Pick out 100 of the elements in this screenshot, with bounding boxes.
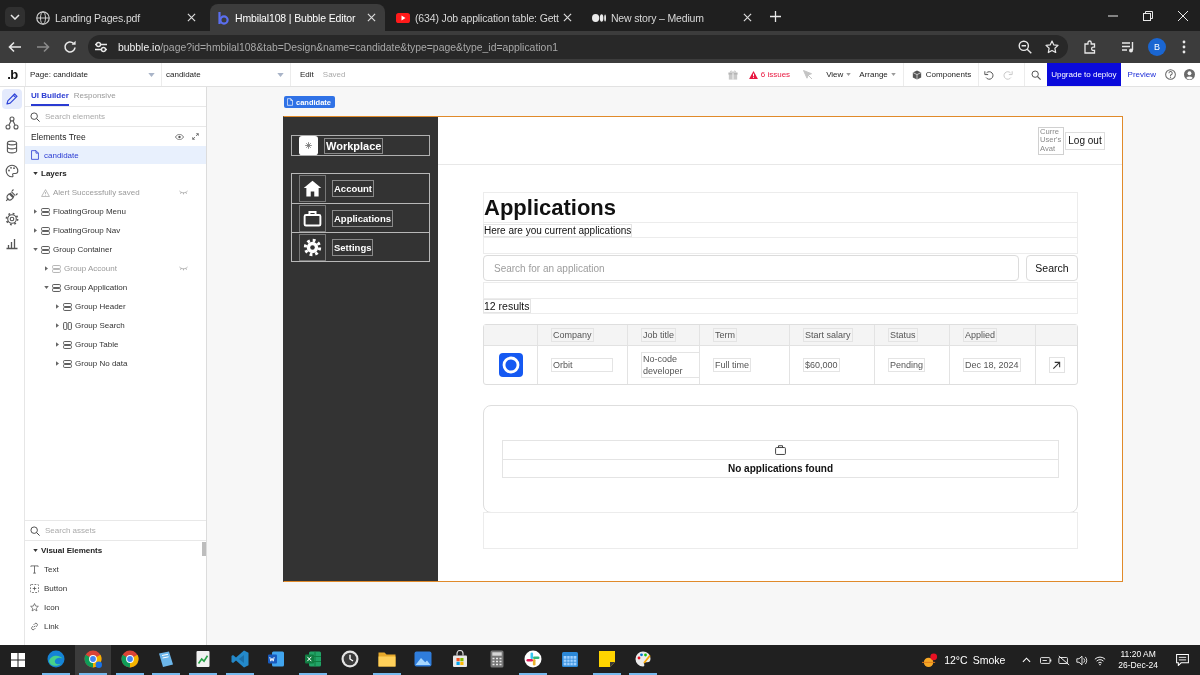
tree-item[interactable]: Group No data: [25, 354, 206, 373]
tree-item[interactable]: candidate: [25, 146, 206, 164]
logout-button[interactable]: Log out: [1065, 131, 1105, 150]
restore-icon[interactable]: [1142, 10, 1153, 21]
undo-icon[interactable]: [984, 69, 995, 80]
caret-icon[interactable]: [55, 342, 59, 347]
caret-icon: [890, 73, 896, 76]
panel-tab[interactable]: UI Builder: [31, 87, 69, 106]
plug-icon[interactable]: [5, 188, 19, 202]
tree-item[interactable]: FloatingGroup Menu: [25, 202, 206, 221]
browser-tab[interactable]: (634) Job application table: Gett: [390, 4, 581, 31]
help-icon[interactable]: [1165, 69, 1176, 80]
star-icon[interactable]: [1045, 40, 1059, 54]
search-button[interactable]: Search: [1026, 255, 1078, 281]
element-list-item[interactable]: Link: [25, 617, 202, 636]
element-list-item[interactable]: Icon: [25, 598, 202, 617]
nav-item[interactable]: Account: [292, 174, 429, 203]
caret-icon[interactable]: [33, 209, 37, 214]
reload-icon[interactable]: [62, 39, 78, 55]
page-dropdown[interactable]: Page: candidate: [25, 63, 161, 86]
notification-icon[interactable]: [1176, 654, 1189, 666]
menu-button[interactable]: Arrange: [859, 70, 896, 79]
close-icon[interactable]: [1177, 10, 1188, 21]
browser-tab[interactable]: New story – Medium: [585, 4, 761, 31]
close-icon[interactable]: [742, 13, 752, 22]
slashed-icon[interactable]: [1058, 654, 1071, 666]
edit-menu[interactable]: Edit: [300, 70, 314, 79]
caret-icon[interactable]: [32, 248, 38, 251]
bar-chart-icon[interactable]: [5, 236, 19, 250]
tree-item[interactable]: Group Table: [25, 335, 206, 354]
nav-item[interactable]: Settings: [292, 232, 429, 261]
weather-temperature[interactable]: 12°C: [944, 654, 968, 666]
search-field[interactable]: Search elements: [45, 110, 206, 123]
more-icon[interactable]: [1182, 40, 1186, 54]
close-icon[interactable]: [367, 13, 376, 22]
column-header: Start salary: [804, 329, 852, 341]
chevron-up-icon[interactable]: [1022, 657, 1032, 663]
search-field[interactable]: Search assets: [45, 524, 206, 537]
clock-time[interactable]: 11:20 AM: [1120, 649, 1156, 660]
tree-item[interactable]: FloatingGroup Nav: [25, 221, 206, 240]
address-bar[interactable]: bubble.io/page?id=hmbilal108&tab=Design&name=candidate&type=page&type_id=application1: [88, 35, 1068, 59]
start-icon[interactable]: [11, 653, 25, 667]
zoom-out-icon[interactable]: [1018, 40, 1032, 54]
nodes-icon[interactable]: [5, 116, 19, 130]
element-dropdown[interactable]: candidate: [161, 63, 291, 86]
browser-tab[interactable]: Hmbilal108 | Bubble Editor: [210, 4, 385, 31]
speaker-icon[interactable]: [1076, 654, 1089, 666]
back-arrow-icon[interactable]: [7, 39, 23, 55]
forward-arrow-icon[interactable]: [35, 39, 51, 55]
site-settings-icon[interactable]: [94, 40, 108, 54]
browser-tab[interactable]: Landing Pages.pdf: [30, 4, 205, 31]
puzzle-icon[interactable]: [1083, 40, 1097, 54]
section-header[interactable]: Visual Elements: [25, 541, 202, 560]
tree-item[interactable]: Group Search: [25, 316, 206, 335]
deploy-button[interactable]: Upgrade to deploy: [1047, 63, 1121, 86]
profile-button[interactable]: B: [1148, 38, 1166, 56]
expand-icon[interactable]: [192, 133, 199, 140]
page-icon: [31, 150, 39, 160]
caret-icon[interactable]: [33, 228, 37, 233]
preview-link[interactable]: Preview: [1127, 70, 1156, 79]
element-list-item[interactable]: Button: [25, 579, 202, 598]
caret-icon[interactable]: [55, 323, 59, 328]
tree-item[interactable]: Group Container: [25, 240, 206, 259]
column-header: Job title: [642, 329, 676, 341]
weather-condition[interactable]: Smoke: [972, 654, 1006, 666]
taskbar-button[interactable]: [74, 645, 112, 675]
settings-icon[interactable]: [5, 212, 19, 226]
eye-icon[interactable]: [175, 133, 184, 140]
tree-item[interactable]: Group Header: [25, 297, 206, 316]
nav-item[interactable]: Applications: [292, 203, 429, 232]
close-icon[interactable]: [187, 13, 196, 22]
open-button[interactable]: [1048, 357, 1065, 373]
caret-icon[interactable]: [55, 361, 59, 366]
ring-logo-icon: [120, 650, 139, 668]
tab-search-button[interactable]: [5, 7, 25, 27]
close-icon[interactable]: [562, 13, 572, 22]
caret-icon[interactable]: [55, 304, 59, 309]
scrollbar-thumb[interactable]: [202, 542, 206, 556]
search-field[interactable]: Search for an application: [483, 255, 1019, 281]
menu-button[interactable]: View: [826, 70, 852, 79]
plus-icon[interactable]: [769, 11, 781, 22]
wifi-icon[interactable]: [1094, 654, 1107, 666]
user-icon[interactable]: [1184, 69, 1195, 80]
tree-item[interactable]: Layers: [25, 164, 206, 183]
caret-icon[interactable]: [43, 286, 49, 289]
battery-icon[interactable]: [1040, 654, 1053, 666]
caret-icon[interactable]: [44, 266, 48, 271]
caret-icon[interactable]: [32, 172, 38, 175]
clock-date[interactable]: 26-Dec-24: [1118, 660, 1158, 671]
search-icon[interactable]: [1031, 69, 1042, 80]
issues-button[interactable]: 6 issues: [748, 70, 791, 79]
palette-icon[interactable]: [5, 164, 19, 178]
pencil-icon[interactable]: [2, 89, 22, 109]
playlist-icon[interactable]: [1121, 40, 1135, 54]
components-button[interactable]: Components: [911, 69, 972, 80]
tree-item[interactable]: Group Application: [25, 278, 206, 297]
search-icon: [30, 525, 40, 536]
weather-icon[interactable]: [921, 652, 939, 668]
database-icon[interactable]: [5, 140, 19, 154]
element-list-item[interactable]: Text: [25, 560, 202, 579]
